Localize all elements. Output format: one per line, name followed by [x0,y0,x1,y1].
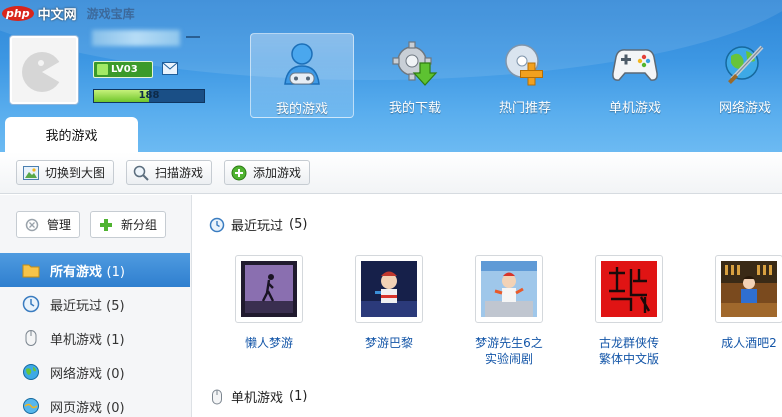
sidebar-item-recent[interactable]: 最近玩过 (5) [0,287,191,321]
game-title: 梦游先生6之 实验闹剧 [475,336,543,366]
section-single-header[interactable]: 单机游戏 (1) [209,387,307,406]
mouse-icon [212,389,222,404]
sidebar-item-label: 单机游戏 (1) [50,332,125,348]
gear-download-icon [392,41,438,86]
sidebar-item-web[interactable]: 网页游戏 (0) [0,389,191,417]
web-globe-icon [23,398,39,414]
game-tile[interactable]: 成人酒吧2 [689,255,782,367]
game-cover-image [481,261,537,317]
plus-icon [100,218,113,231]
nav-label: 网络游戏 [718,101,771,116]
picture-icon [23,165,39,180]
sidebar: 管理 新分组 所有游戏 (1) 最近玩过 (5) 单机游戏 (1) 网络游戏 (… [0,195,192,417]
header-bar: php 中文网 游戏宝库 LV03 188 我的游戏 我的下载 热门推荐 单机游… [0,0,782,152]
manage-button[interactable]: 管理 [16,211,81,238]
game-cover-image [241,261,297,317]
nav-label: 热门推荐 [498,101,551,116]
clock-icon [209,217,225,232]
game-tile[interactable]: 梦游巴黎 [329,255,449,367]
nav-label: 我的下载 [388,101,441,116]
add-game-button[interactable]: 添加游戏 [224,160,311,185]
scan-games-label: 扫描游戏 [155,166,204,180]
add-circle-icon [231,165,247,180]
manage-label: 管理 [47,218,72,232]
nav-label: 我的游戏 [275,102,328,117]
sidebar-item-label: 所有游戏 (1) [50,264,125,280]
game-thumbnail [475,255,543,323]
section-recent-title: 最近玩过 [231,219,284,234]
sidebar-item-label: 网络游戏 (0) [50,366,125,382]
section-single-count: (1) [289,389,308,404]
toolbar: 切换到大图 扫描游戏 添加游戏 [0,152,782,194]
nav-single-games[interactable]: 单机游戏 [580,33,690,118]
user-gamepad-icon [284,43,320,85]
game-thumbnail [235,255,303,323]
new-group-label: 新分组 [121,218,158,232]
section-recent-count: (5) [289,217,308,232]
manage-icon [25,218,39,231]
add-game-label: 添加游戏 [253,166,302,180]
game-thumbnail [355,255,423,323]
game-title: 古龙群侠传 繁体中文版 [598,336,659,366]
globe-icon [23,364,39,380]
game-title: 成人酒吧2 [721,336,777,350]
username-underline [186,36,200,38]
magnifier-icon [133,165,149,181]
sidebar-item-online[interactable]: 网络游戏 (0) [0,355,191,389]
nav-label: 单机游戏 [608,101,661,116]
watermark: php 中文网 游戏宝库 [0,0,135,26]
game-thumbnail [715,255,782,323]
switch-large-view-button[interactable]: 切换到大图 [16,160,115,185]
game-tile[interactable]: 梦游先生6之 实验闹剧 [449,255,569,367]
sidebar-item-label: 网页游戏 (0) [50,400,125,416]
plus-disc-icon [505,44,543,86]
category-list: 所有游戏 (1) 最近玩过 (5) 单机游戏 (1) 网络游戏 (0) 网页游戏… [0,253,191,417]
nav-hot-recommend[interactable]: 热门推荐 [470,33,580,118]
section-single-title: 单机游戏 [231,391,284,406]
folder-icon [22,264,40,277]
watermark-logo: php [2,5,34,21]
avatar-face-icon [22,52,66,92]
game-tile[interactable]: 古龙群侠传 繁体中文版 [569,255,689,367]
game-title: 懒人梦游 [244,336,293,350]
mouse-icon [25,330,37,346]
sidebar-item-single[interactable]: 单机游戏 (1) [0,321,191,355]
game-thumbnail [595,255,663,323]
nav-my-downloads[interactable]: 我的下载 [360,33,470,118]
level-badge: LV03 [93,61,153,78]
level-text: LV03 [111,64,138,75]
sidebar-item-all-games[interactable]: 所有游戏 (1) [0,253,190,287]
mail-icon[interactable] [162,62,178,75]
new-group-button[interactable]: 新分组 [90,211,167,238]
game-tile[interactable]: 懒人梦游 [209,255,329,367]
tab-my-games[interactable]: 我的游戏 [5,117,138,152]
switch-large-view-label: 切换到大图 [45,166,106,180]
game-content: 最近玩过 (5) 懒人梦游 梦游巴黎 梦游先生6之 实验闹剧 古龙群侠传 繁体中… [193,195,782,417]
game-title: 梦游巴黎 [364,336,413,350]
gamepad-icon [612,49,658,81]
sidebar-item-label: 最近玩过 (5) [50,298,125,314]
main-nav: 我的游戏 我的下载 热门推荐 单机游戏 网络游戏 [250,33,782,118]
app-title: 游戏宝库 [86,6,135,21]
globe-sword-icon [725,45,764,84]
clock-icon [22,295,40,313]
scan-games-button[interactable]: 扫描游戏 [126,160,213,185]
game-cover-image [361,261,417,317]
game-cover-image [721,261,777,317]
level-icon [97,64,108,75]
nav-online-games[interactable]: 网络游戏 [690,33,782,118]
section-recent-header[interactable]: 最近玩过 (5) [209,215,307,234]
exp-progress-text: 188 [138,90,160,101]
exp-progress-bar: 188 [93,89,205,103]
game-cover-image [601,261,657,317]
nav-my-games[interactable]: 我的游戏 [250,33,354,118]
sidebar-actions: 管理 新分组 [0,195,191,253]
avatar[interactable] [10,36,78,104]
recent-games-grid: 懒人梦游 梦游巴黎 梦游先生6之 实验闹剧 古龙群侠传 繁体中文版 成人酒吧2 [209,255,782,367]
watermark-text: 中文网 [37,7,77,23]
username [92,30,180,46]
